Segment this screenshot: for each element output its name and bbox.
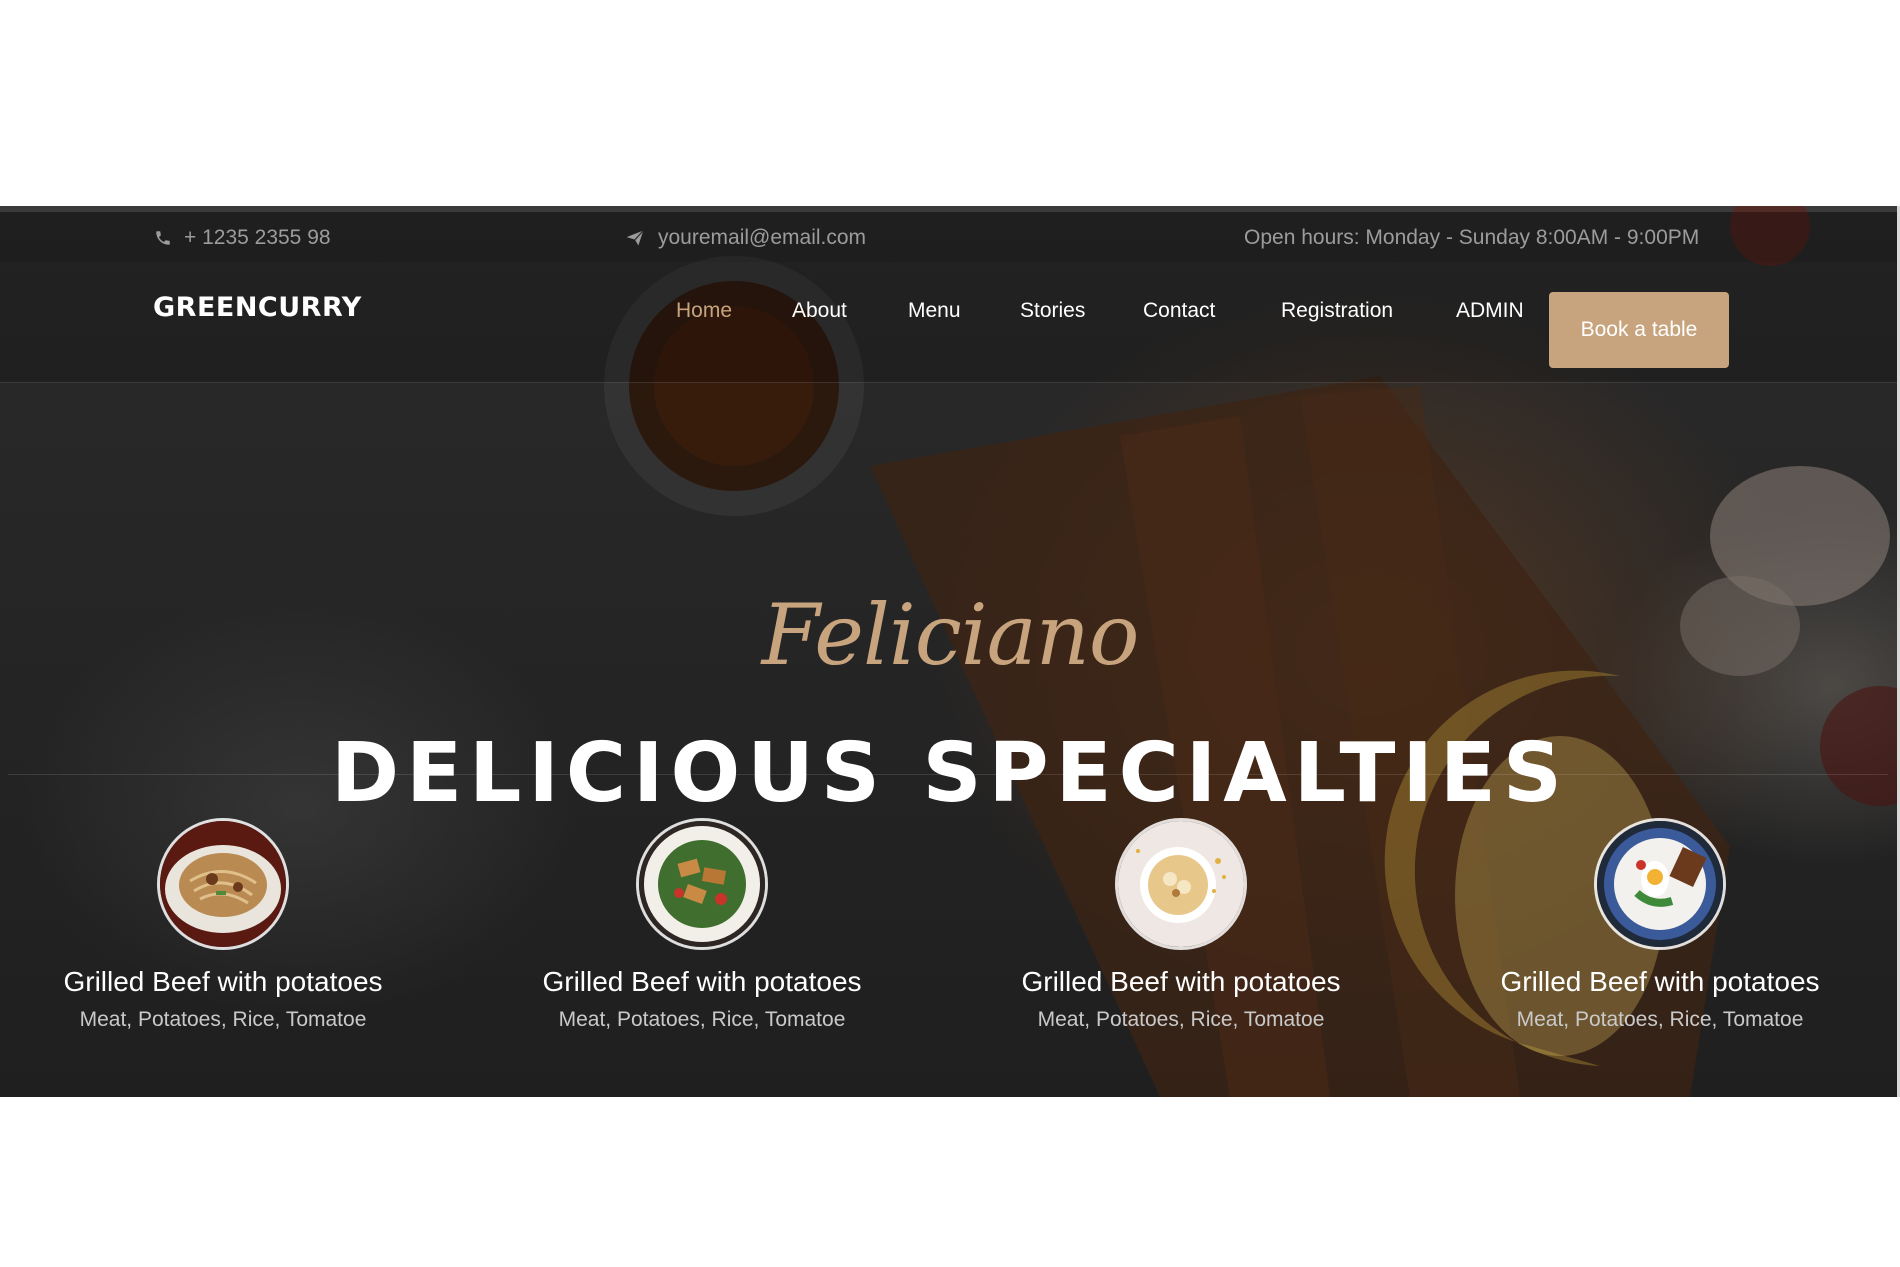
- dish-card-2[interactable]: Grilled Beef with potatoes Meat, Potatoe…: [502, 818, 902, 1032]
- dish-ingredients: Meat, Potatoes, Rice, Tomatoe: [1516, 1008, 1804, 1031]
- dish-image-egg-salad[interactable]: [1594, 818, 1726, 950]
- dish-card-1[interactable]: Grilled Beef with potatoes Meat, Potatoe…: [23, 818, 423, 1032]
- nav-link-menu[interactable]: Menu: [908, 299, 961, 323]
- book-table-button[interactable]: Book a table: [1549, 292, 1729, 368]
- dish-ingredients: Meat, Potatoes, Rice, Tomatoe: [1037, 1008, 1325, 1031]
- nav-link-admin[interactable]: ADMIN: [1456, 299, 1524, 323]
- phone-info: + 1235 2355 98: [154, 226, 331, 250]
- phone-number: + 1235 2355 98: [184, 226, 331, 249]
- nav-link-about[interactable]: About: [792, 299, 847, 323]
- dish-name: Grilled Beef with potatoes: [542, 966, 862, 997]
- hero-section: + 1235 2355 98 youremail@email.com Open …: [0, 206, 1900, 1097]
- main-navbar: GREENCURRY Home About Menu Stories Conta…: [0, 262, 1900, 383]
- nav-link-registration[interactable]: Registration: [1281, 299, 1393, 323]
- dish-image-grilled-salad[interactable]: [636, 818, 768, 950]
- hero-script-title: Feliciano: [761, 586, 1140, 684]
- dish-card-3[interactable]: Grilled Beef with potatoes Meat, Potatoe…: [981, 818, 1381, 1032]
- dish-name: Grilled Beef with potatoes: [1021, 966, 1341, 997]
- dish-name: Grilled Beef with potatoes: [1500, 966, 1820, 997]
- brand-logo[interactable]: GREENCURRY: [153, 292, 362, 323]
- hero-title: DELICIOUS SPECIALTIES: [331, 726, 1569, 821]
- dish-image-noodle-dish[interactable]: [157, 818, 289, 950]
- dish-name: Grilled Beef with potatoes: [63, 966, 383, 997]
- top-info-bar: + 1235 2355 98 youremail@email.com Open …: [0, 212, 1900, 262]
- dish-card-4[interactable]: Grilled Beef with potatoes Meat, Potatoe…: [1460, 818, 1860, 1032]
- dish-ingredients: Meat, Potatoes, Rice, Tomatoe: [79, 1008, 367, 1031]
- nav-link-stories[interactable]: Stories: [1020, 299, 1085, 323]
- phone-icon: [156, 231, 170, 245]
- opening-hours-text: Open hours: Monday - Sunday 8:00AM - 9:0…: [1244, 226, 1700, 249]
- email-address[interactable]: youremail@email.com: [658, 226, 866, 250]
- nav-link-home[interactable]: Home: [676, 299, 732, 323]
- paper-plane-icon: [626, 230, 644, 246]
- nav-link-contact[interactable]: Contact: [1143, 299, 1215, 323]
- dish-image-porridge-bowl[interactable]: [1115, 818, 1247, 950]
- dish-ingredients: Meat, Potatoes, Rice, Tomatoe: [558, 1008, 846, 1031]
- opening-hours: Open hours: Monday - Sunday 8:00AM - 9:0…: [1244, 226, 1699, 250]
- email-info: youremail@email.com: [624, 226, 866, 250]
